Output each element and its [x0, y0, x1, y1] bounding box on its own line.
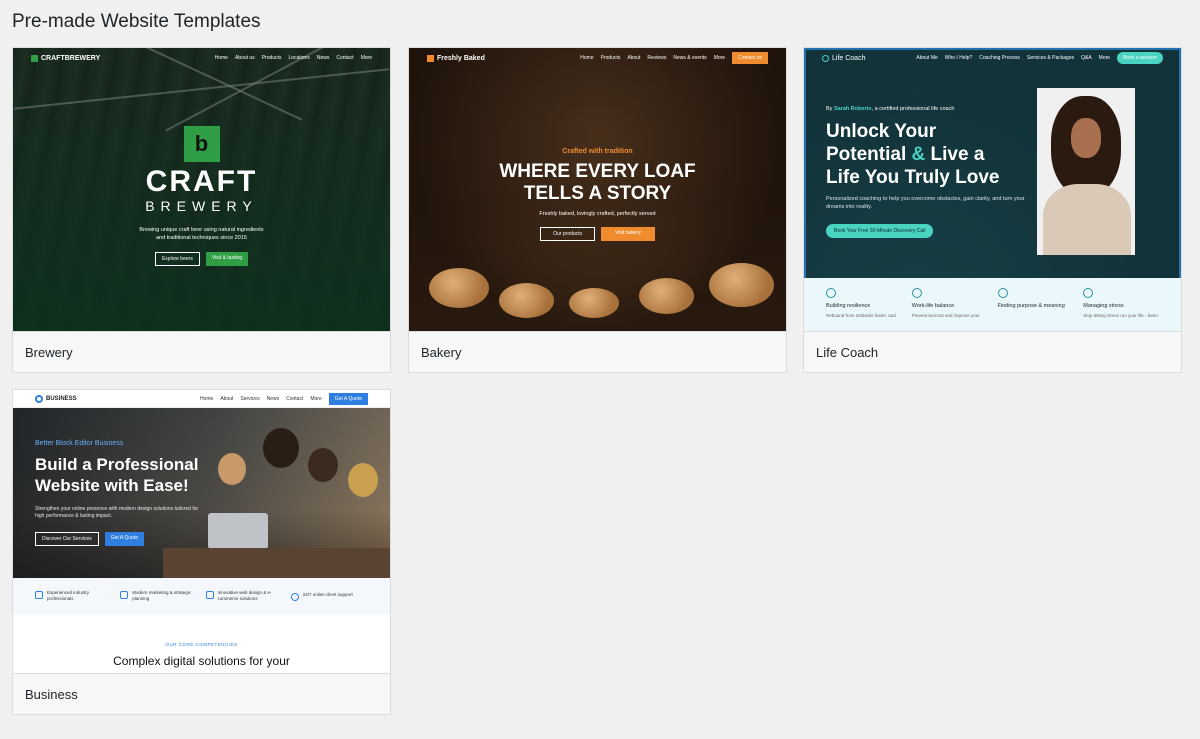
bakery-nav: Home Products About Reviews News & events Mor… — [580, 52, 768, 64]
template-preview-bakery[interactable]: Freshly Baked Home Products About Reviews Ne… — [409, 48, 786, 332]
template-label[interactable]: Life Coach — [804, 331, 1181, 372]
business-logo: BUSINESS — [35, 394, 77, 403]
coach-portrait — [1037, 88, 1135, 255]
coach-features: Building resilience Rebound from setbacks… — [804, 278, 1181, 332]
business-hero: Better Block Editor Business Build a Pro… — [13, 408, 390, 578]
monitor-icon — [205, 591, 214, 599]
coach-logo: Life Coach — [822, 54, 865, 62]
business-quote-button: Get A Quote — [104, 532, 144, 546]
brewery-nav: Home About us Products Locations News Contact… — [214, 55, 372, 61]
template-preview-business[interactable]: BUSINESS Home About Services News Contact Mor… — [13, 390, 390, 674]
business-features: Experienced industry professionals Moder… — [13, 578, 390, 614]
template-label[interactable]: Business — [13, 673, 390, 714]
coach-nav: About Me Who I Help? Coaching Process Servi… — [916, 52, 1163, 64]
spiral-icon — [1083, 288, 1094, 298]
document-icon — [120, 591, 129, 599]
template-preview-life-coach[interactable]: Life Coach About Me Who I Help? Coaching P… — [804, 48, 1181, 332]
brewery-visit-button: Visit & tasting — [205, 252, 249, 266]
template-label[interactable]: Brewery — [13, 331, 390, 372]
business-discover-button: Discover Our Services — [35, 532, 99, 546]
user-icon — [35, 591, 43, 599]
brewery-title: CRAFT — [145, 165, 258, 198]
template-card-brewery[interactable]: CRAFTBREWERY Home About us Products Locatio… — [12, 47, 391, 373]
bakery-visit-button: Visit bakery — [601, 227, 655, 241]
bakery-title: WHERE EVERY LOAF TELLS A STORY — [499, 161, 696, 204]
bakery-logo: Freshly Baked — [427, 54, 485, 62]
balance-icon — [911, 288, 922, 298]
template-card-business[interactable]: BUSINESS Home About Services News Contact Mor… — [12, 389, 391, 715]
brewery-explore-button: Explore beers — [154, 252, 200, 266]
bakery-products-button: Our products — [540, 227, 596, 241]
page-title: Pre-made Website Templates — [12, 11, 261, 32]
compass-icon — [997, 288, 1008, 298]
brewery-badge: b — [183, 126, 220, 162]
check-icon — [290, 592, 299, 601]
coach-title: Unlock Your Potential & Live a Life You … — [826, 121, 1000, 188]
business-nav: Home About Services News Contact More Get A Q… — [200, 392, 368, 405]
template-card-life-coach[interactable]: Life Coach About Me Who I Help? Coaching P… — [803, 47, 1182, 373]
template-card-bakery[interactable]: Freshly Baked Home Products About Reviews Ne… — [408, 47, 787, 373]
business-title: Build a Professional Website with Ease! — [35, 455, 199, 495]
brewery-logo: CRAFTBREWERY — [31, 54, 100, 62]
template-preview-brewery[interactable]: CRAFTBREWERY Home About us Products Locatio… — [13, 48, 390, 332]
coach-cta-button: Book Your Free 30-Minute Discovery Call — [826, 224, 934, 238]
leaf-icon — [826, 288, 836, 298]
template-label[interactable]: Bakery — [409, 331, 786, 372]
